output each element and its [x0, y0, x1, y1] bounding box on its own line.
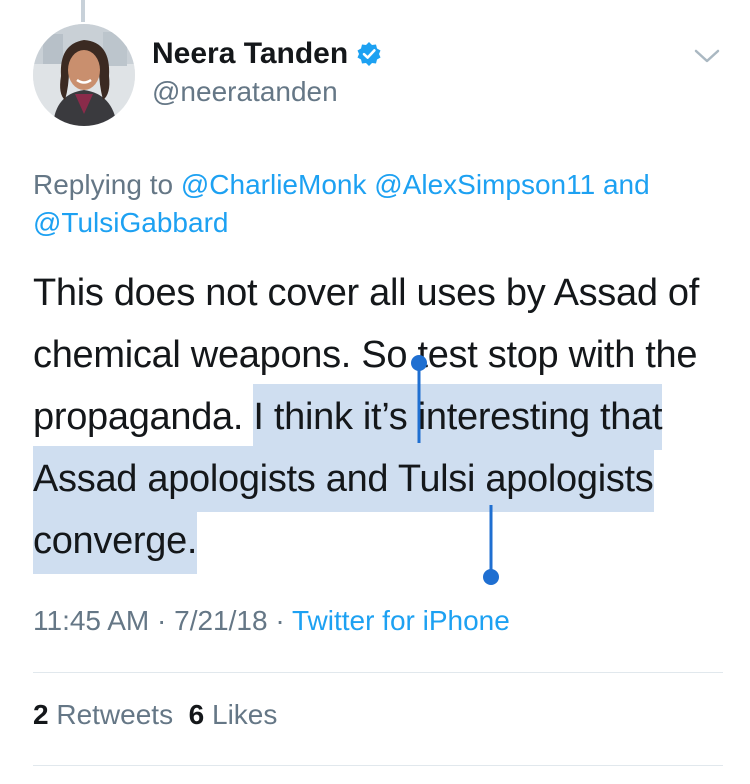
- mention-alexsimpson11[interactable]: @AlexSimpson11: [374, 169, 595, 200]
- likes-stat[interactable]: 6 Likes: [189, 699, 278, 730]
- likes-label: Likes: [212, 699, 278, 730]
- engagement-stats: 2 Retweets 6 Likes: [33, 699, 277, 731]
- divider: [33, 672, 723, 673]
- verified-badge-icon: [357, 42, 381, 66]
- likes-count: 6: [188, 699, 205, 730]
- thread-connector-line: [81, 0, 85, 22]
- author-name-text: Neera Tanden: [152, 37, 349, 70]
- avatar[interactable]: [33, 24, 135, 126]
- retweets-stat[interactable]: 2 Retweets: [33, 699, 173, 730]
- tweet-time: 11:45 AM: [33, 605, 150, 636]
- retweets-label: Retweets: [56, 699, 174, 730]
- tweet-meta: 11:45 AM · 7/21/18 · Twitter for iPhone: [33, 605, 510, 637]
- retweets-count: 2: [33, 699, 49, 730]
- author-handle[interactable]: @neeratanden: [152, 76, 338, 108]
- selection-start-handle[interactable]: [410, 354, 428, 444]
- selection-end-handle[interactable]: [482, 505, 500, 587]
- avatar-photo: [33, 24, 135, 126]
- tweet-text-selected-start: I think it’s: [253, 384, 408, 450]
- author-name[interactable]: Neera Tanden: [152, 37, 382, 71]
- tweet-source-link[interactable]: Twitter for iPhone: [292, 605, 510, 636]
- meta-separator: ·: [149, 605, 175, 636]
- reply-prefix: Replying to: [33, 169, 181, 200]
- reply-context: Replying to @CharlieMonk @AlexSimpson11 …: [33, 166, 723, 242]
- mention-charliemonk[interactable]: @CharlieMonk: [181, 169, 367, 200]
- chevron-down-icon[interactable]: [693, 46, 721, 66]
- mention-tulsigabbard[interactable]: @TulsiGabbard: [33, 207, 228, 238]
- divider: [33, 765, 723, 766]
- meta-separator: ·: [267, 605, 292, 636]
- reply-join: and: [595, 169, 650, 200]
- tweet-date: 7/21/18: [174, 605, 268, 636]
- tweet-text[interactable]: This does not cover all uses by Assad of…: [33, 262, 733, 574]
